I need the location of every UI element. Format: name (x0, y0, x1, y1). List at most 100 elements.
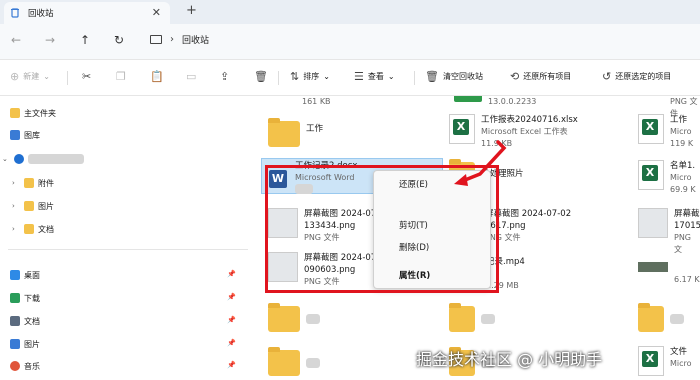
redacted-name (306, 358, 320, 368)
new-label: 新建 (23, 72, 40, 81)
folder-icon (638, 303, 664, 332)
file-item[interactable]: X 名单1. Micro 69.9 K (638, 160, 696, 196)
sidebar-item-downloads[interactable]: 下载 📌 (8, 290, 248, 306)
cut-button[interactable]: ✂ (82, 70, 91, 83)
delete-button[interactable]: 🗑 (254, 70, 268, 83)
trash-icon: 🗑 (425, 70, 439, 83)
empty-recycle-bin-button[interactable]: 🗑 清空回收站 (425, 70, 483, 83)
sidebar-item-label: 文档 (38, 224, 54, 234)
tab-title: 回收站 (28, 9, 54, 19)
redacted-name (481, 314, 495, 324)
redacted-name (670, 314, 684, 324)
home-icon (10, 108, 20, 118)
sidebar-item-pictures-cloud[interactable]: › 图片 (12, 198, 54, 214)
image-thumbnail (638, 262, 668, 272)
file-type: Micro (670, 359, 692, 368)
restore-all-button[interactable]: ⟲ 还原所有项目 (510, 70, 571, 83)
file-item[interactable]: 161 KB (302, 96, 331, 108)
sidebar-item-label: 图库 (24, 130, 40, 140)
view-button[interactable]: ☰ 查看 ⌄ (354, 70, 395, 83)
folder-item[interactable] (449, 303, 497, 332)
sidebar-item-pictures[interactable]: 图片 📌 (8, 336, 248, 352)
folder-item[interactable] (268, 347, 322, 376)
excel-file-icon: X (638, 160, 664, 190)
file-item[interactable]: X 文件 Micro (638, 346, 692, 376)
sidebar-item-label: 图片 (38, 201, 54, 211)
address-bar: ← → ↑ ↻ › 回收站 (0, 24, 700, 60)
file-item[interactable]: 13.0.0.2233 (454, 96, 536, 108)
view-label: 查看 (367, 72, 384, 81)
folder-item[interactable] (638, 303, 686, 332)
rename-button[interactable]: ▭ (186, 70, 196, 83)
title-bar: 回收站 ✕ + (0, 0, 700, 24)
new-tab-button[interactable]: + (186, 3, 197, 18)
folder-icon (24, 224, 34, 234)
up-button[interactable]: ↑ (80, 33, 90, 47)
sidebar-item-gallery[interactable]: 图库 (8, 127, 40, 143)
pin-icon[interactable]: 📌 (227, 316, 236, 324)
account-name-redacted (28, 154, 84, 164)
divider (414, 71, 415, 85)
sidebar-item-music[interactable]: 音乐 📌 (8, 358, 248, 374)
chevron-down-icon: ⌄ (387, 72, 395, 81)
back-button[interactable]: ← (11, 33, 21, 47)
sidebar-item-onedrive[interactable]: ⌄ (2, 151, 86, 167)
new-button[interactable]: ⊕ 新建 ⌄ (10, 70, 50, 83)
sidebar-item-documents-cloud[interactable]: › 文档 (12, 221, 54, 237)
file-size: 119 K (670, 139, 694, 148)
sidebar-item-label: 下载 (24, 293, 40, 303)
view-icon: ☰ (354, 70, 364, 83)
restore-all-icon: ⟲ (510, 70, 520, 83)
scissors-icon: ✂ (82, 70, 92, 83)
folder-item[interactable]: 工作 (268, 118, 323, 147)
sort-button[interactable]: ⇅ 排序 ⌄ (290, 70, 330, 83)
sidebar-item-label: 桌面 (24, 270, 40, 280)
restore-all-label: 还原所有项目 (523, 72, 572, 81)
file-name: 文件 (670, 347, 688, 357)
copy-button[interactable]: ❐ (116, 70, 126, 83)
pin-icon[interactable]: 📌 (227, 361, 236, 369)
paste-button[interactable]: 📋 (150, 70, 164, 83)
file-name: 名单1. (670, 161, 696, 171)
tab-recycle-bin[interactable]: 回收站 ✕ (4, 2, 170, 24)
file-size: 13.0.0.2233 (488, 97, 537, 106)
sidebar-item-home[interactable]: 主文件夹 (8, 105, 56, 121)
divider (67, 71, 68, 85)
folder-icon (24, 178, 34, 188)
image-thumbnail (638, 208, 668, 238)
folder-item[interactable] (268, 303, 322, 332)
restore-selected-button[interactable]: ↺ 还原选定的项目 (602, 70, 671, 83)
pin-icon[interactable]: 📌 (227, 270, 236, 278)
sidebar-item-desktop[interactable]: 桌面 📌 (8, 267, 248, 283)
breadcrumb-item[interactable]: 回收站 (182, 33, 209, 46)
forward-button[interactable]: → (45, 33, 55, 47)
rename-icon: ▭ (186, 70, 197, 83)
close-tab-icon[interactable]: ✕ (152, 6, 161, 19)
chevron-down-icon: ⌄ (2, 155, 8, 163)
breadcrumb[interactable]: › 回收站 (150, 33, 209, 46)
redacted-name (306, 314, 320, 324)
restore-selected-label: 还原选定的项目 (615, 72, 672, 81)
app-icon (454, 96, 482, 102)
empty-label: 清空回收站 (442, 72, 483, 81)
folder-icon (268, 347, 300, 376)
file-size: 161 KB (302, 97, 331, 106)
chevron-down-icon: ⌄ (323, 72, 330, 81)
monitor-icon (150, 35, 162, 44)
pin-icon[interactable]: 📌 (227, 339, 236, 347)
file-item[interactable]: 屏幕截 17015 PNG 文 (638, 208, 700, 256)
file-item[interactable]: X 工作 Micro 119 K (638, 114, 693, 150)
sidebar-item-documents[interactable]: 文档 📌 (8, 313, 248, 329)
sidebar-item-label: 音乐 (24, 361, 40, 371)
share-button[interactable]: ⇪ (220, 70, 229, 83)
file-item[interactable]: 6.17 K (638, 262, 700, 286)
annotation-arrow-icon (454, 140, 507, 186)
pin-icon[interactable]: 📌 (227, 293, 236, 301)
chevron-down-icon: ⌄ (43, 72, 50, 81)
sidebar-item-attachments[interactable]: › 附件 (12, 175, 54, 191)
file-name: 17015 (674, 221, 700, 231)
copy-icon: ❐ (116, 70, 126, 83)
chevron-right-icon: › (170, 34, 174, 45)
file-name: 工作报表20240716.xlsx (481, 115, 578, 125)
refresh-button[interactable]: ↻ (114, 33, 124, 47)
